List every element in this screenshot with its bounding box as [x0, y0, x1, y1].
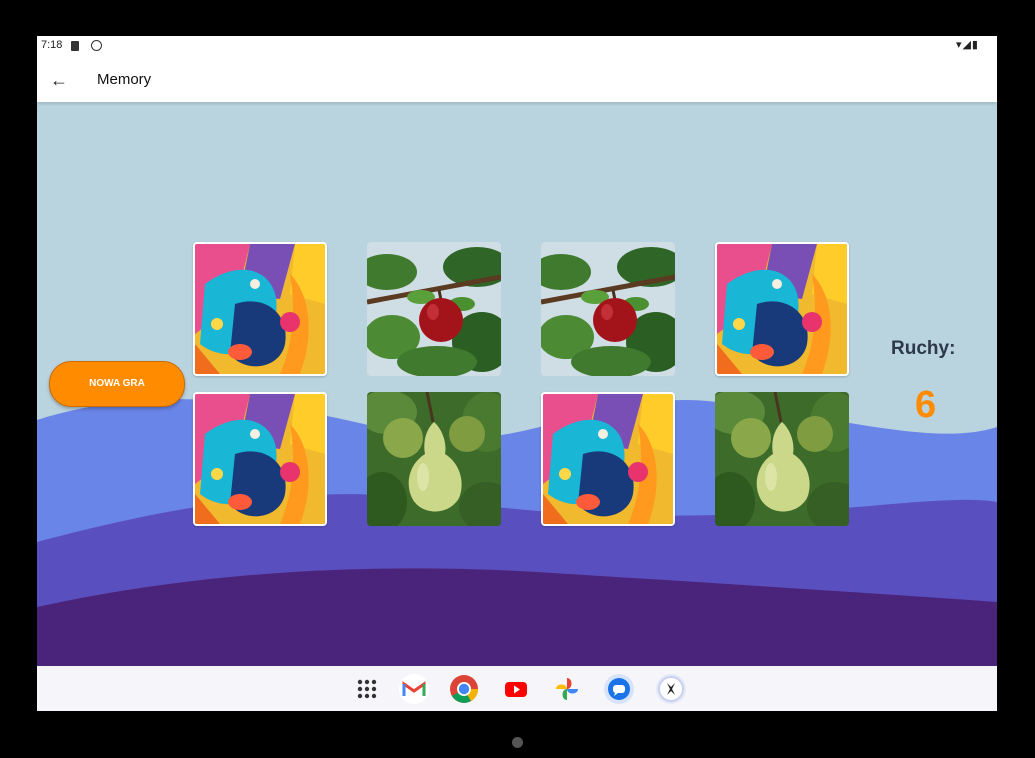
messages-icon[interactable] [604, 674, 634, 704]
card-back[interactable] [193, 242, 327, 376]
home-button-icon[interactable] [512, 737, 523, 748]
chrome-icon[interactable] [449, 674, 479, 704]
taskbar-dock [37, 666, 997, 711]
apple-image [541, 242, 675, 376]
card-apple[interactable] [541, 242, 675, 376]
game-area: NOWA GRA Ruchy: 6 [37, 102, 997, 666]
abstract-pattern-icon [717, 244, 847, 374]
moves-label: Ruchy: [891, 338, 956, 359]
card-back[interactable] [193, 392, 327, 526]
pear-image [367, 392, 501, 526]
new-game-button[interactable]: NOWA GRA [49, 361, 185, 407]
card-back[interactable] [715, 242, 849, 376]
pear-image [715, 392, 849, 526]
moves-counter: 6 [915, 384, 937, 426]
system-status-icons: ▾◢▮ [955, 39, 979, 51]
card-back[interactable] [541, 392, 675, 526]
sd-card-icon [71, 41, 79, 51]
status-bar: 7:18 ▾◢▮ [37, 36, 997, 58]
device-screen: 7:18 ▾◢▮ ← Memory NOWA GRA Ruchy: 6 [37, 36, 997, 711]
app-icon[interactable] [656, 674, 686, 704]
card-pear[interactable] [715, 392, 849, 526]
card-apple[interactable] [367, 242, 501, 376]
apple-image [367, 242, 501, 376]
app-bar: ← Memory [37, 58, 997, 102]
arrow-back-icon[interactable]: ← [47, 68, 71, 92]
page-title: Memory [97, 71, 152, 88]
youtube-icon[interactable] [501, 674, 531, 704]
abstract-pattern-icon [195, 244, 325, 374]
photos-icon[interactable] [552, 674, 582, 704]
abstract-pattern-icon [195, 394, 325, 524]
gmail-icon[interactable] [399, 674, 429, 704]
card-pear[interactable] [367, 392, 501, 526]
abstract-pattern-icon [543, 394, 673, 524]
app-drawer-icon[interactable] [352, 674, 382, 704]
sync-icon [91, 40, 102, 51]
status-time: 7:18 [41, 39, 63, 51]
